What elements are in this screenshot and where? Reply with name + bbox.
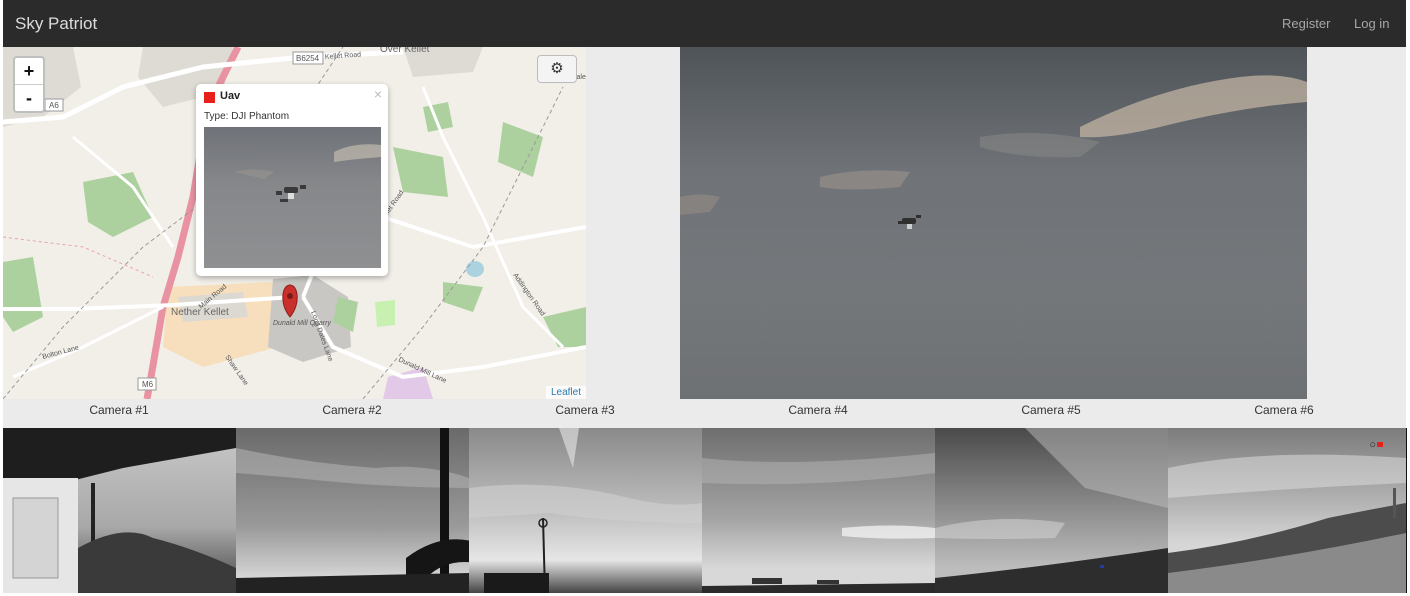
target-circle-icon: ○ — [1369, 439, 1376, 451]
label-over-kellet: Over Kellet — [380, 47, 430, 55]
camera-label-4[interactable]: Camera #4 — [718, 403, 918, 417]
popup-close-button[interactable]: × — [374, 86, 382, 102]
camera-thumb-2[interactable] — [236, 428, 470, 593]
zoom-in-button[interactable]: + — [15, 58, 43, 85]
label-m6: M6 — [142, 380, 154, 389]
camera-thumb-6-scene — [1168, 454, 1406, 593]
popup-type: Type: DJI Phantom — [204, 111, 290, 122]
label-a6: A6 — [49, 101, 59, 110]
brand[interactable]: Sky Patriot — [15, 14, 97, 34]
camera-thumb-3[interactable] — [469, 428, 703, 593]
camera-thumbnail-strip: ○ — [3, 428, 1407, 593]
uav-popup: × Uav Type: DJI Phantom — [196, 84, 388, 276]
main-camera-scene — [680, 75, 1307, 229]
navbar: Sky Patriot Register Log in — [3, 0, 1406, 47]
leaflet-attribution[interactable]: Leaflet — [545, 386, 586, 399]
camera-thumb-5-scene — [935, 428, 1168, 593]
camera-thumb-2-scene — [236, 428, 469, 593]
zoom-out-button[interactable]: - — [15, 85, 43, 111]
map-settings-button[interactable]: ⚙ — [537, 55, 577, 83]
uav-color-swatch — [204, 92, 215, 103]
target-marker-icon — [1377, 442, 1383, 447]
gear-icon: ⚙ — [550, 60, 564, 77]
zoom-control: + - — [13, 56, 45, 113]
main-camera-view[interactable] — [680, 47, 1307, 399]
camera-thumb-3-scene — [469, 428, 702, 593]
map[interactable]: B6254 Kellet Road Over Kellet A6 Nether … — [3, 47, 586, 399]
uav-snapshot — [204, 127, 381, 268]
camera-label-3[interactable]: Camera #3 — [485, 403, 685, 417]
camera-thumb-1[interactable] — [3, 428, 237, 593]
label-b6254: B6254 — [296, 54, 320, 63]
uav-snapshot-scene — [234, 144, 381, 202]
camera-thumb-5[interactable] — [935, 428, 1169, 593]
popup-title: Uav — [220, 90, 241, 102]
camera-thumb-6[interactable]: ○ — [1168, 428, 1407, 593]
camera-label-5[interactable]: Camera #5 — [951, 403, 1151, 417]
login-link[interactable]: Log in — [1354, 16, 1389, 31]
camera-label-2[interactable]: Camera #2 — [252, 403, 452, 417]
camera-thumb-1-scene — [3, 428, 236, 593]
camera-thumb-4-scene — [702, 453, 935, 593]
camera-label-6[interactable]: Camera #6 — [1184, 403, 1384, 417]
register-link[interactable]: Register — [1282, 16, 1330, 31]
camera-label-1[interactable]: Camera #1 — [19, 403, 219, 417]
label-dunald-mill-quarry: Dunald Mill Quarry — [273, 320, 331, 327]
camera-thumb-4[interactable] — [702, 428, 936, 593]
